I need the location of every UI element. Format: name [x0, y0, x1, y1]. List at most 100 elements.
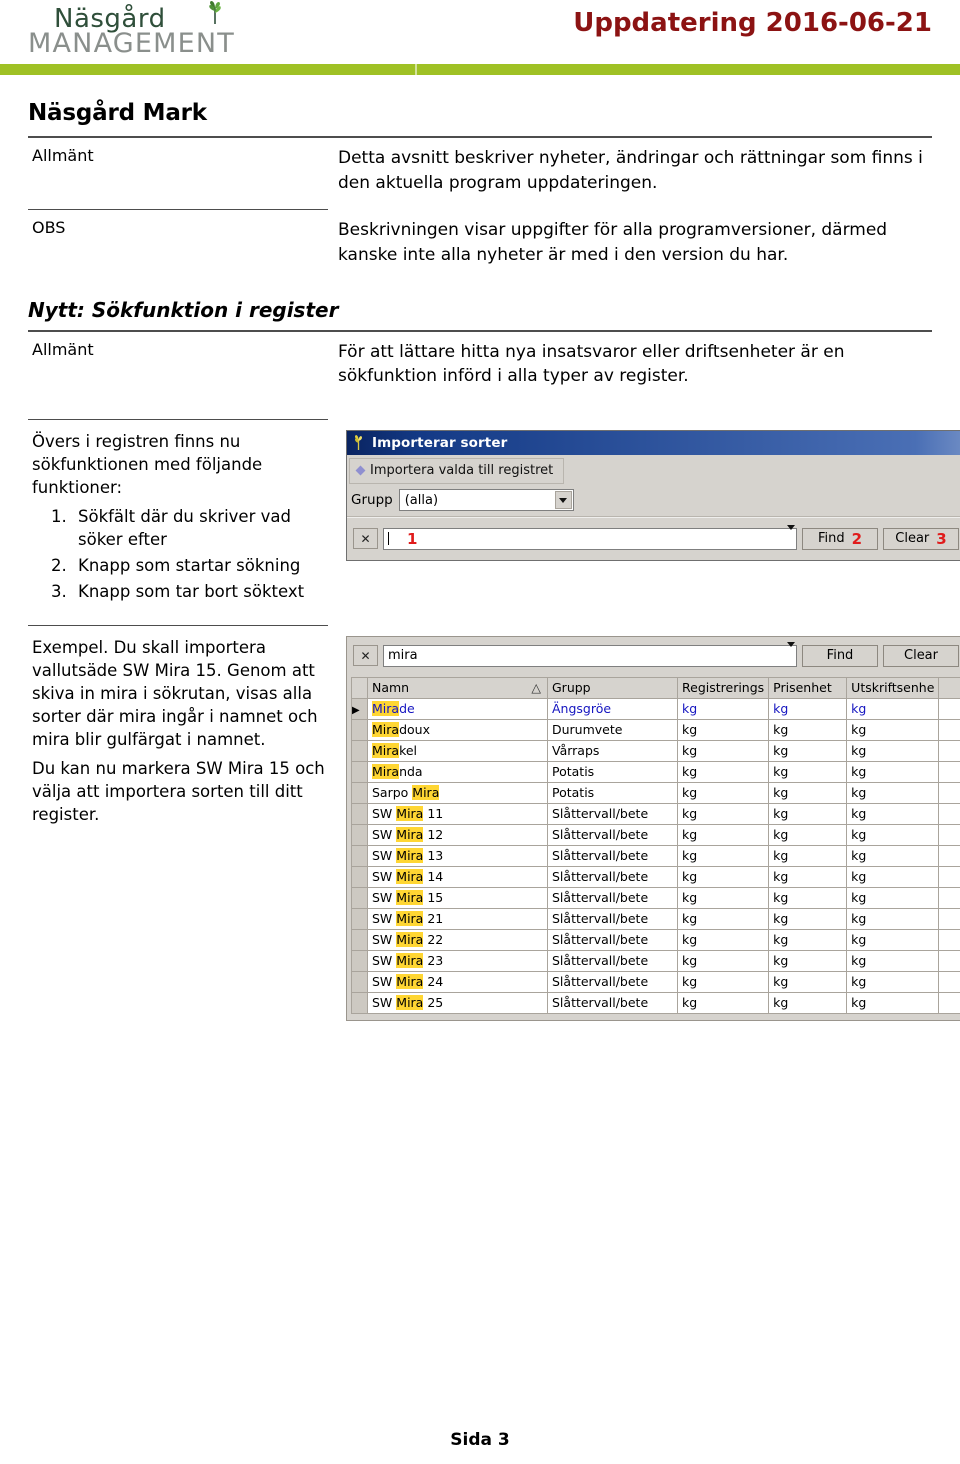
table-row[interactable]: SW Mira 23 Slåttervall/bete kg kg kg — [351, 949, 960, 972]
cell-utskriftsenhet: kg — [846, 844, 940, 867]
clear-button[interactable]: Clear — [883, 644, 959, 667]
cell-namn: Miradoux — [367, 718, 548, 741]
window-titlebar: Importerar sorter — [347, 430, 960, 455]
row-indicator-cell — [351, 844, 368, 867]
table-row[interactable]: SW Mira 13 Slåttervall/bete kg kg kg — [351, 844, 960, 867]
cell-filler — [938, 970, 960, 993]
cell-registreringsenhet: kg — [676, 928, 770, 951]
cell-grupp: Slåttervall/bete — [547, 865, 678, 888]
table-row[interactable]: ▶ Mirade Ängsgröe kg kg kg — [351, 697, 960, 720]
page-title: Näsgård Mark — [28, 100, 207, 126]
table-row[interactable]: SW Mira 22 Slåttervall/bete kg kg kg — [351, 928, 960, 951]
search-steps-list: Sökfält där du skriver vad söker efter K… — [32, 505, 338, 603]
table-row[interactable]: SW Mira 11 Slåttervall/bete kg kg kg — [351, 802, 960, 825]
clear-label: Clear — [904, 648, 938, 663]
info-text: Beskrivningen visar uppgifter för alla p… — [338, 220, 888, 265]
cell-grupp: Slåttervall/bete — [547, 970, 678, 993]
cell-grupp: Vårraps — [547, 739, 678, 762]
column-header-prisenhet[interactable]: Prisenhet — [768, 676, 848, 699]
column-header-grupp[interactable]: Grupp — [547, 676, 678, 699]
table-row[interactable]: SW Mira 24 Slåttervall/bete kg kg kg — [351, 970, 960, 993]
table-row[interactable]: Miradoux Durumvete kg kg kg — [351, 718, 960, 741]
cell-registreringsenhet: kg — [676, 970, 770, 993]
row-indicator-cell — [351, 970, 368, 993]
callout-1: 1 — [407, 529, 418, 548]
table-row[interactable]: SW Mira 25 Slåttervall/bete kg kg kg — [351, 991, 960, 1014]
clear-text-icon-button[interactable]: ✕ — [353, 645, 378, 666]
column-header-namn[interactable]: Namn △ — [367, 676, 548, 699]
find-button[interactable]: Find 2 — [802, 527, 878, 550]
cell-registreringsenhet: kg — [676, 949, 770, 972]
info-text: För att lättare hitta nya insatsvaror el… — [338, 341, 845, 387]
clear-label: Clear — [895, 531, 930, 547]
cell-filler — [938, 865, 960, 888]
cell-grupp: Ängsgröe — [547, 697, 678, 720]
find-button[interactable]: Find — [802, 644, 878, 667]
clear-button[interactable]: Clear 3 — [883, 527, 959, 550]
wheat-icon — [354, 435, 363, 451]
grupp-selected-value: (alla) — [404, 492, 439, 508]
block2-paragraph-2: Du kan nu markera SW Mira 15 och välja a… — [32, 758, 325, 825]
search-match-highlight: Mira — [396, 953, 424, 968]
table-row[interactable]: SW Mira 21 Slåttervall/bete kg kg kg — [351, 907, 960, 930]
cell-utskriftsenhet: kg — [846, 760, 940, 783]
column-header-registreringsenhet[interactable]: Registrerings — [676, 676, 770, 699]
importerar-sorter-window: Importerar sorter Importera valda till r… — [346, 429, 960, 561]
current-row-arrow-icon: ▶ — [352, 705, 360, 716]
cell-namn: SW Mira 25 — [367, 991, 548, 1014]
cell-registreringsenhet: kg — [676, 991, 770, 1014]
row-indicator-cell — [351, 739, 368, 762]
cell-filler — [938, 781, 960, 804]
sort-ascending-icon: △ — [531, 680, 541, 695]
block2-screenshot: ✕ mira Find Clear Namn △ Grupp Registrer… — [338, 635, 960, 1021]
cell-grupp: Potatis — [547, 760, 678, 783]
chevron-down-icon[interactable] — [554, 491, 572, 510]
grupp-label: Grupp — [351, 492, 393, 509]
cell-filler — [938, 844, 960, 867]
search-history-chevron-icon[interactable] — [787, 524, 795, 545]
table-row[interactable]: Miranda Potatis kg kg kg — [351, 760, 960, 783]
cell-registreringsenhet: kg — [676, 907, 770, 930]
cell-utskriftsenhet: kg — [846, 865, 940, 888]
cell-prisenhet: kg — [768, 739, 848, 762]
column-header-utskriftsenhet[interactable]: Utskriftsenhe — [846, 676, 940, 699]
cell-namn: Mirakel — [367, 739, 548, 762]
find-label: Find — [817, 531, 845, 547]
cell-utskriftsenhet: kg — [846, 949, 940, 972]
clear-text-icon-button[interactable]: ✕ — [353, 528, 378, 550]
search-input[interactable]: 1 — [383, 524, 797, 550]
cell-grupp: Slåttervall/bete — [547, 991, 678, 1014]
page-number: Sida 3 — [450, 1430, 510, 1450]
cell-prisenhet: kg — [768, 823, 848, 846]
cell-prisenhet: kg — [768, 886, 848, 909]
search-match-highlight: Mira — [396, 890, 424, 905]
cell-prisenhet: kg — [768, 802, 848, 825]
row-indicator-cell — [351, 718, 368, 741]
search-history-chevron-icon[interactable] — [787, 641, 795, 662]
table-row[interactable]: SW Mira 14 Slåttervall/bete kg kg kg — [351, 865, 960, 888]
cell-prisenhet: kg — [768, 865, 848, 888]
grupp-select[interactable]: (alla) — [398, 489, 574, 512]
import-selected-button[interactable]: Importera valda till registret — [349, 457, 565, 484]
table-row[interactable]: Sarpo Mira Potatis kg kg kg — [351, 781, 960, 804]
cell-utskriftsenhet: kg — [846, 739, 940, 762]
table-row[interactable]: SW Mira 12 Slåttervall/bete kg kg kg — [351, 823, 960, 846]
cell-filler — [938, 907, 960, 930]
info-label: Allmänt — [32, 146, 94, 165]
search-match-highlight: Mira — [396, 827, 424, 842]
search-input[interactable]: mira — [383, 641, 797, 667]
cell-filler — [938, 991, 960, 1014]
cell-filler — [938, 886, 960, 909]
table-row[interactable]: Mirakel Vårraps kg kg kg — [351, 739, 960, 762]
cell-grupp: Slåttervall/bete — [547, 802, 678, 825]
cell-registreringsenhet: kg — [676, 802, 770, 825]
cell-registreringsenhet: kg — [676, 823, 770, 846]
block1-text: Övers i registren finns nu sökfunktionen… — [28, 430, 338, 607]
subsection-title: Nytt: Sökfunktion i register — [28, 297, 339, 322]
table-row[interactable]: SW Mira 15 Slåttervall/bete kg kg kg — [351, 886, 960, 909]
cell-utskriftsenhet: kg — [846, 970, 940, 993]
text-cursor — [388, 532, 389, 546]
search-match-highlight: Mira — [396, 995, 424, 1010]
info-row-allmant-2: Allmänt För att lättare hitta nya insats… — [28, 332, 932, 403]
page-header: Näsgård MANAGEMENT Uppdatering 2016-06-2… — [0, 0, 960, 78]
